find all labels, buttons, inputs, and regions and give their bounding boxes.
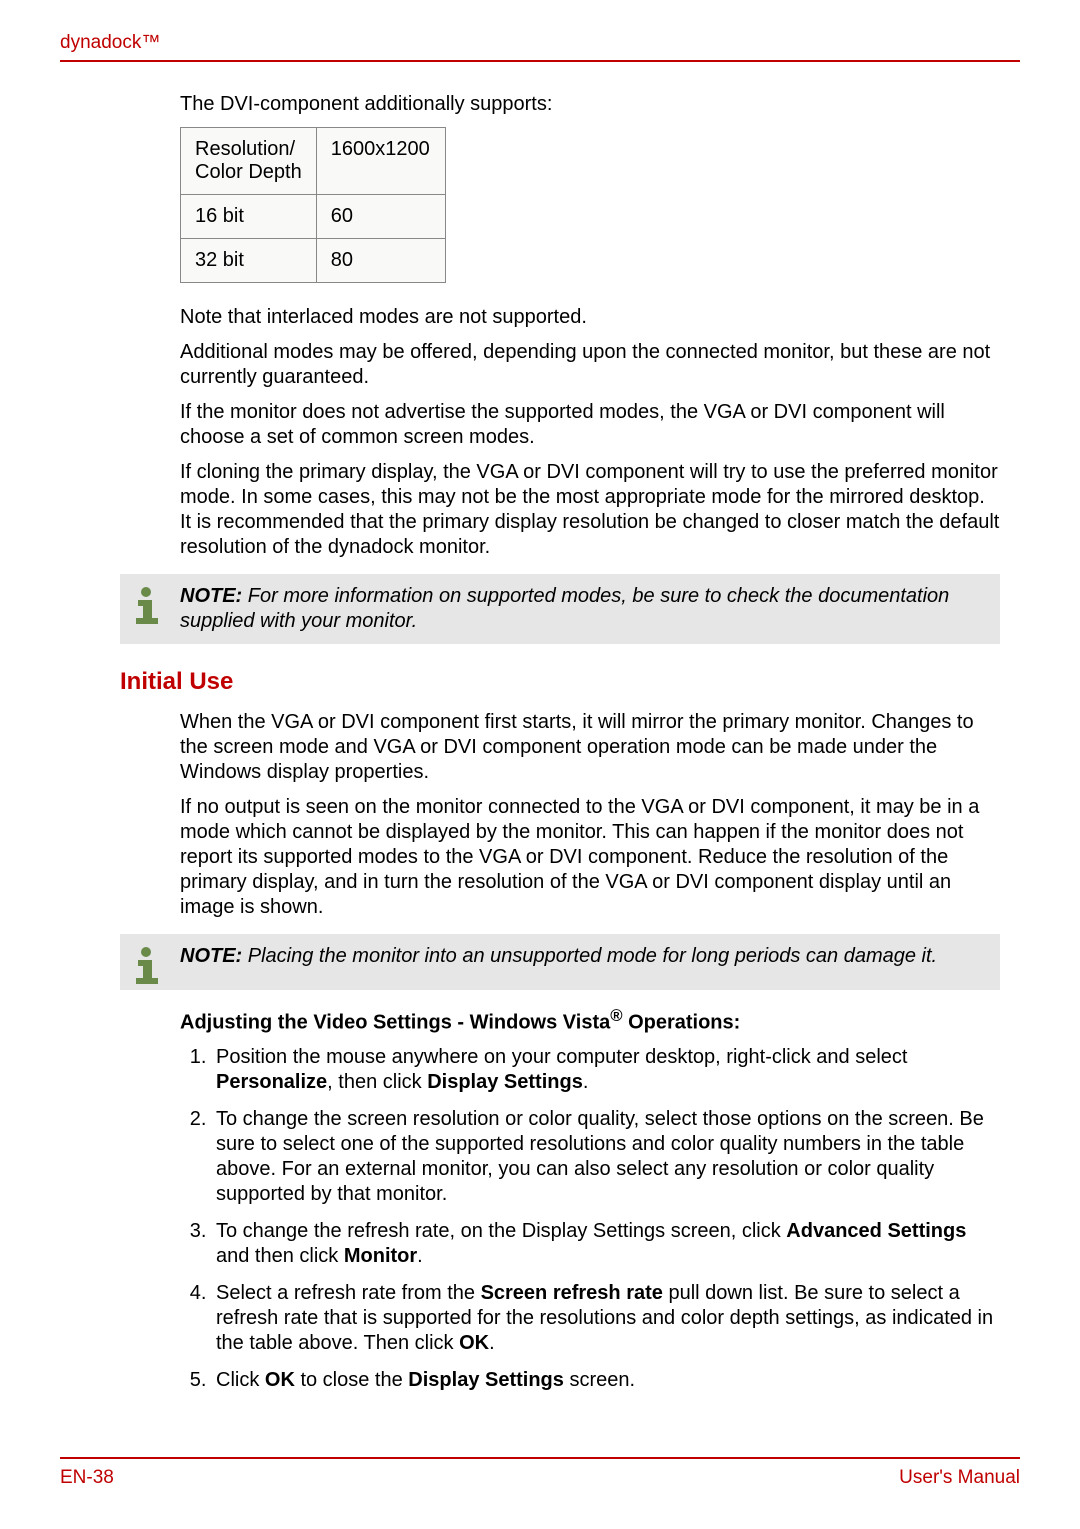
body-paragraph: If cloning the primary display, the VGA …: [180, 460, 1000, 560]
registered-symbol: ®: [610, 1006, 622, 1025]
step-text: .: [583, 1071, 589, 1093]
step-bold: Advanced Settings: [786, 1220, 966, 1242]
table-row: 32 bit 80: [181, 239, 446, 283]
header-rule: [60, 60, 1020, 62]
table-header-right: 1600x1200: [316, 128, 445, 195]
step-bold: OK: [265, 1369, 295, 1391]
body-paragraph: Note that interlaced modes are not suppo…: [180, 305, 1000, 330]
page-footer: EN-38 User's Manual: [60, 1457, 1020, 1489]
step-text: , then click: [327, 1071, 427, 1093]
body-paragraph: When the VGA or DVI component first star…: [180, 710, 1000, 785]
step-text: Click: [216, 1369, 265, 1391]
note-body: For more information on supported modes,…: [180, 585, 949, 632]
step-text: To change the refresh rate, on the Displ…: [216, 1220, 786, 1242]
info-icon: [124, 942, 168, 986]
step-bold: Display Settings: [408, 1369, 564, 1391]
table-row: 16 bit 60: [181, 195, 446, 239]
note-text: NOTE: For more information on supported …: [180, 584, 986, 634]
step-text: .: [417, 1245, 423, 1267]
step-text: and then click: [216, 1245, 344, 1267]
sub-heading-post: Operations:: [623, 1012, 741, 1034]
table-cell-depth: 32 bit: [181, 239, 317, 283]
step-text: Position the mouse anywhere on your comp…: [216, 1046, 907, 1068]
step-bold: Monitor: [344, 1245, 417, 1267]
table-header-left: Resolution/ Color Depth: [181, 128, 317, 195]
sub-heading-pre: Adjusting the Video Settings - Windows V…: [180, 1012, 610, 1034]
body-paragraph: If no output is seen on the monitor conn…: [180, 795, 1000, 920]
step-bold: OK: [459, 1332, 489, 1354]
section-heading-initial-use: Initial Use: [120, 668, 1020, 696]
list-item: Click OK to close the Display Settings s…: [212, 1368, 1000, 1393]
footer-doc-title: User's Manual: [899, 1467, 1020, 1489]
step-text: Select a refresh rate from the: [216, 1282, 481, 1304]
footer-page-number: EN-38: [60, 1467, 114, 1489]
list-item: To change the screen resolution or color…: [212, 1107, 1000, 1207]
step-text: .: [489, 1332, 495, 1354]
note-body: Placing the monitor into an unsupported …: [242, 945, 937, 967]
sub-heading: Adjusting the Video Settings - Windows V…: [180, 1006, 1000, 1035]
note-box: NOTE: For more information on supported …: [120, 574, 1000, 644]
resolution-table: Resolution/ Color Depth 1600x1200 16 bit…: [180, 127, 446, 283]
table-cell-hz: 60: [316, 195, 445, 239]
body-paragraph: If the monitor does not advertise the su…: [180, 400, 1000, 450]
step-text: to close the: [295, 1369, 408, 1391]
body-paragraph: Additional modes may be offered, dependi…: [180, 340, 1000, 390]
step-bold: Display Settings: [427, 1071, 583, 1093]
note-label: NOTE:: [180, 585, 242, 607]
list-item: Select a refresh rate from the Screen re…: [212, 1281, 1000, 1356]
table-cell-depth: 16 bit: [181, 195, 317, 239]
list-item: To change the refresh rate, on the Displ…: [212, 1219, 1000, 1269]
header-product: dynadock™: [60, 32, 1020, 54]
step-bold: Personalize: [216, 1071, 327, 1093]
table-cell-hz: 80: [316, 239, 445, 283]
note-box: NOTE: Placing the monitor into an unsupp…: [120, 934, 1000, 990]
footer-rule: [60, 1457, 1020, 1459]
list-item: Position the mouse anywhere on your comp…: [212, 1045, 1000, 1095]
note-text: NOTE: Placing the monitor into an unsupp…: [180, 944, 937, 969]
intro-text: The DVI-component additionally supports:: [180, 92, 1000, 117]
info-icon: [124, 582, 168, 626]
note-label: NOTE:: [180, 945, 242, 967]
table-row: Resolution/ Color Depth 1600x1200: [181, 128, 446, 195]
step-text: screen.: [564, 1369, 635, 1391]
step-bold: Screen refresh rate: [481, 1282, 663, 1304]
steps-list: Position the mouse anywhere on your comp…: [180, 1045, 1000, 1393]
